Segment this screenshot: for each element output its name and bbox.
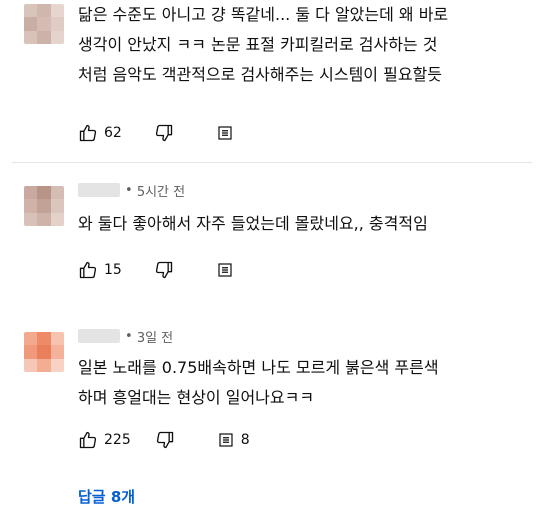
thumbs-down-icon [155,261,172,279]
avatar[interactable] [24,332,64,372]
divider [12,162,532,163]
avatar-pixel [24,345,38,359]
comment-meta: • 3일 전 [78,326,173,346]
like-count: 15 [104,262,122,278]
like-button[interactable]: 15 [78,260,122,280]
avatar-pixel [50,345,64,359]
avatar-pixel [24,17,38,31]
comment-meta: • 5시간 전 [78,180,185,200]
avatar-pixel [24,358,38,372]
avatar-pixel [24,212,38,226]
dot-separator: • [125,328,137,344]
avatar-pixel [37,199,51,213]
avatar-pixel [37,17,51,31]
avatar-pixel [37,4,51,18]
comment-time[interactable]: 5시간 전 [137,181,185,200]
like-button[interactable]: 225 [78,430,131,450]
comment-line: 생각이 안났지 ㅋㅋ 논문 표절 카피킬러로 검사하는 것 [78,35,438,54]
comment-text: 닮은 수준도 아니고 걍 똑같네... 둘 다 알았는데 왜 바로 생각이 안났… [78,0,522,90]
like-count: 62 [104,125,122,141]
avatar-pixel [24,4,38,18]
comment-text: 와 둘다 좋아해서 자주 들었는데 몰랐네요,, 충격적임 [78,209,522,239]
dislike-button[interactable] [154,260,174,280]
avatar-pixel [24,199,38,213]
avatar-pixel [37,186,51,200]
avatar-pixel [50,186,64,200]
avatar-pixel [50,358,64,372]
comment-line: 닮은 수준도 아니고 걍 똑같네... 둘 다 알았는데 왜 바로 [78,5,449,24]
reply-count: 8 [240,432,250,448]
avatar[interactable] [24,186,64,226]
comment-actions: 225 8 [78,428,250,452]
comment-line: 와 둘다 좋아해서 자주 들었는데 몰랐네요,, 충격적임 [78,214,428,233]
avatar-pixel [50,199,64,213]
avatar-pixel [50,4,64,18]
view-replies-link[interactable]: 답글 8개 [78,486,135,507]
like-button[interactable]: 62 [78,123,122,143]
author-name-blurred[interactable] [78,183,120,197]
comment-line: 처럼 음악도 객관적으로 검사해주는 시스템이 필요할듯 [78,65,442,84]
comment-actions: 15 [78,258,234,282]
avatar-pixel [50,332,64,346]
reply-icon [218,263,232,277]
avatar-pixel [50,212,64,226]
avatar-pixel [37,30,51,44]
dislike-button[interactable] [155,430,175,450]
like-count: 225 [104,432,131,448]
comment-actions: 62 [78,121,234,145]
comment-text: 일본 노래를 0.75배속하면 나도 모르게 붉은색 푸른색 하며 흥얼대는 현… [78,353,522,413]
avatar-pixel [37,332,51,346]
comment-line: 일본 노래를 0.75배속하면 나도 모르게 붉은색 푸른색 [78,358,439,377]
avatar-pixel [37,358,51,372]
comment-time[interactable]: 3일 전 [137,327,173,346]
thumbs-up-icon [79,124,97,142]
comment-line: 하며 흥얼대는 현상이 일어나요ㅋㅋ [78,388,315,407]
avatar[interactable] [24,4,64,44]
reply-button[interactable] [216,124,234,142]
thumbs-down-icon [155,124,172,142]
thumbs-down-icon [156,431,173,449]
reply-button[interactable] [216,261,234,279]
thumbs-up-icon [79,261,97,279]
reply-button[interactable]: 8 [217,431,250,449]
avatar-pixel [50,17,64,31]
avatar-pixel [24,332,38,346]
author-name-blurred[interactable] [78,329,120,343]
avatar-pixel [24,186,38,200]
reply-icon [218,126,232,140]
avatar-pixel [37,345,51,359]
reply-icon [219,433,233,447]
dot-separator: • [125,182,137,198]
avatar-pixel [50,30,64,44]
dislike-button[interactable] [154,123,174,143]
thumbs-up-icon [79,431,97,449]
avatar-pixel [37,212,51,226]
avatar-pixel [24,30,38,44]
